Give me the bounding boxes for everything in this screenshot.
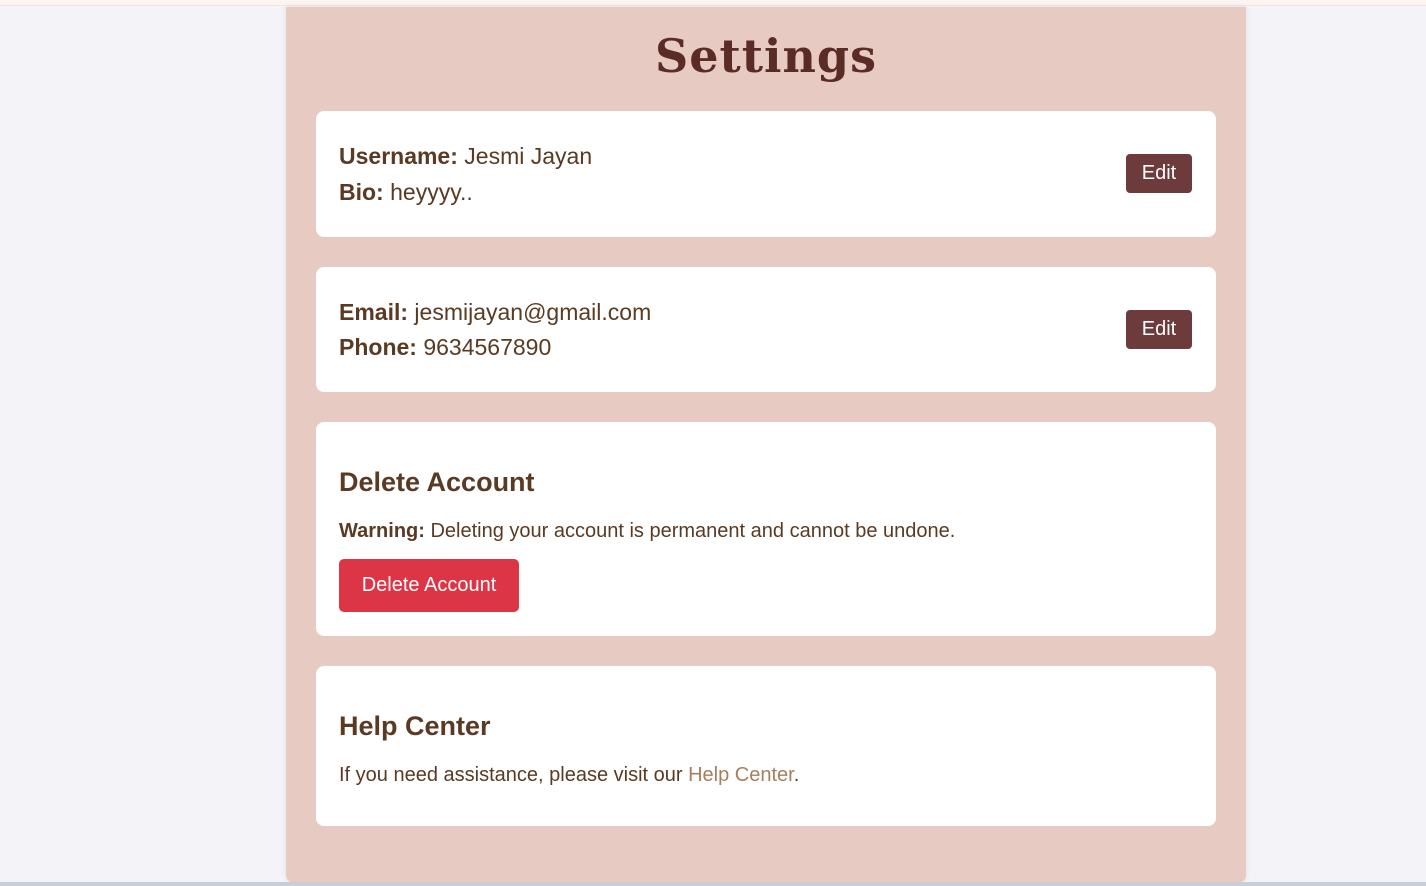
delete-account-heading: Delete Account (339, 467, 535, 497)
delete-account-card: Delete Account Warning: Deleting your ac… (316, 422, 1216, 636)
phone-label: Phone: (339, 334, 417, 360)
delete-account-button[interactable]: Delete Account (339, 559, 519, 612)
edit-contact-button[interactable]: Edit (1126, 310, 1192, 349)
bio-label: Bio: (339, 179, 384, 205)
email-value: jesmijayan@gmail.com (414, 299, 652, 325)
username-label: Username: (339, 143, 458, 169)
help-center-link[interactable]: Help Center (688, 764, 794, 786)
profile-card: Username: Jesmi Jayan Bio: heyyyy.. Edit (316, 111, 1216, 237)
phone-value: 9634567890 (423, 334, 552, 360)
contact-card: Email: jesmijayan@gmail.com Phone: 96345… (316, 267, 1216, 392)
username-value: Jesmi Jayan (464, 143, 593, 169)
bottom-border (0, 882, 1426, 886)
top-border (0, 0, 1426, 6)
bio-row: Bio: heyyyy.. (339, 179, 473, 206)
delete-warning-text: Warning: Deleting your account is perman… (339, 520, 955, 543)
email-row: Email: jesmijayan@gmail.com (339, 299, 651, 326)
page-title: Settings (655, 29, 877, 83)
help-center-text: If you need assistance, please visit our… (339, 764, 799, 787)
warning-label: Warning: (339, 520, 425, 542)
phone-row: Phone: 9634567890 (339, 334, 551, 361)
help-text-before: If you need assistance, please visit our (339, 764, 683, 786)
edit-profile-button[interactable]: Edit (1126, 154, 1192, 193)
warning-message: Deleting your account is permanent and c… (430, 520, 956, 542)
help-center-card: Help Center If you need assistance, plea… (316, 666, 1216, 826)
help-text-after: . (793, 764, 800, 786)
email-label: Email: (339, 299, 409, 325)
username-row: Username: Jesmi Jayan (339, 143, 592, 170)
settings-panel: Settings Username: Jesmi Jayan Bio: heyy… (286, 7, 1246, 883)
bio-value: heyyyy.. (390, 179, 473, 205)
help-center-heading: Help Center (339, 711, 491, 741)
